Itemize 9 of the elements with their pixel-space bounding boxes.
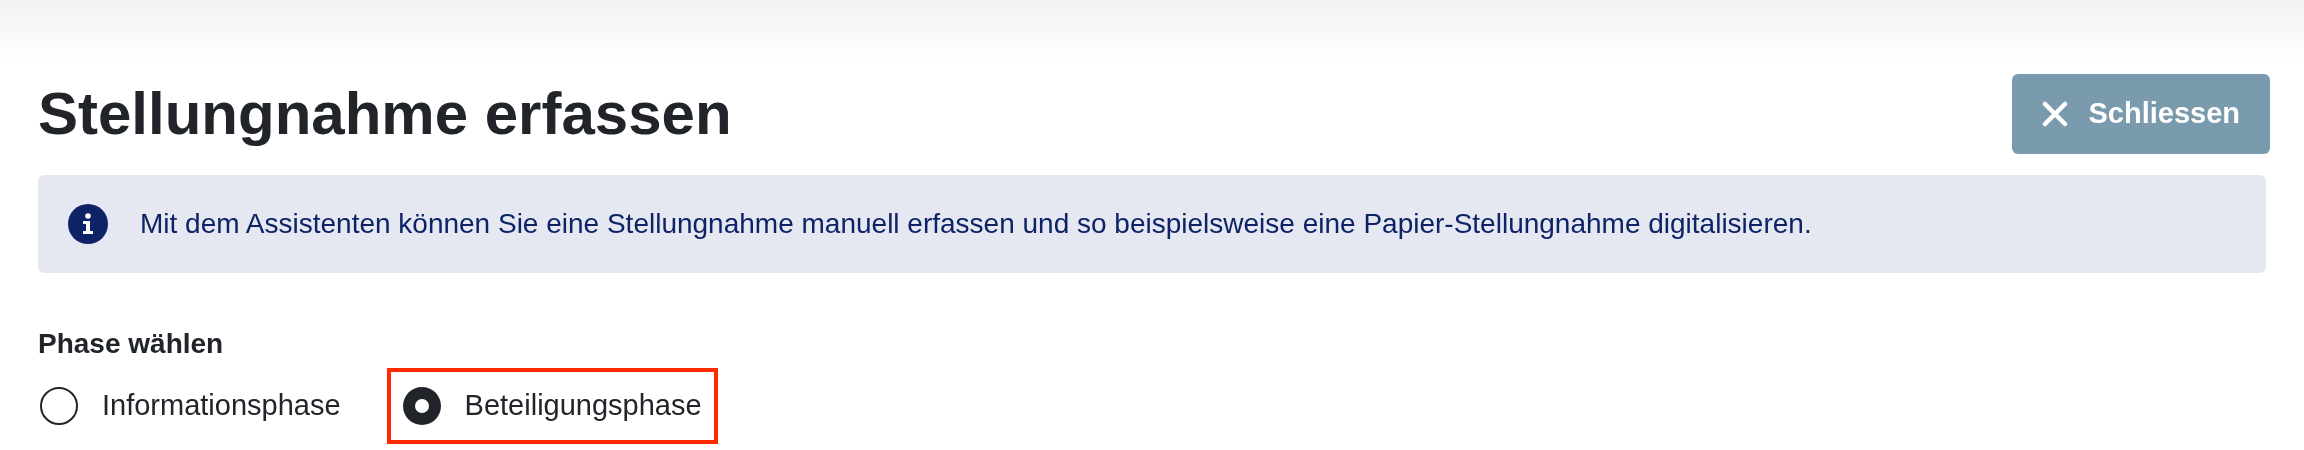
radio-label[interactable]: Informationsphase bbox=[102, 384, 341, 428]
radio-button[interactable] bbox=[402, 387, 441, 425]
radio-button[interactable] bbox=[40, 387, 78, 425]
page-title: Stellungnahme erfassen bbox=[38, 84, 732, 144]
radio-label[interactable]: Beteiligungsphase bbox=[464, 384, 702, 428]
field-label: Phase wählen bbox=[38, 327, 225, 361]
close-icon bbox=[2042, 101, 2069, 127]
info-icon bbox=[68, 204, 108, 244]
info-text: Mit dem Assistenten können Sie eine Stellungnahme manuell erfassen und so beispielsweise eine Papier-Stellungnahme digitalisieren. bbox=[140, 207, 1812, 241]
